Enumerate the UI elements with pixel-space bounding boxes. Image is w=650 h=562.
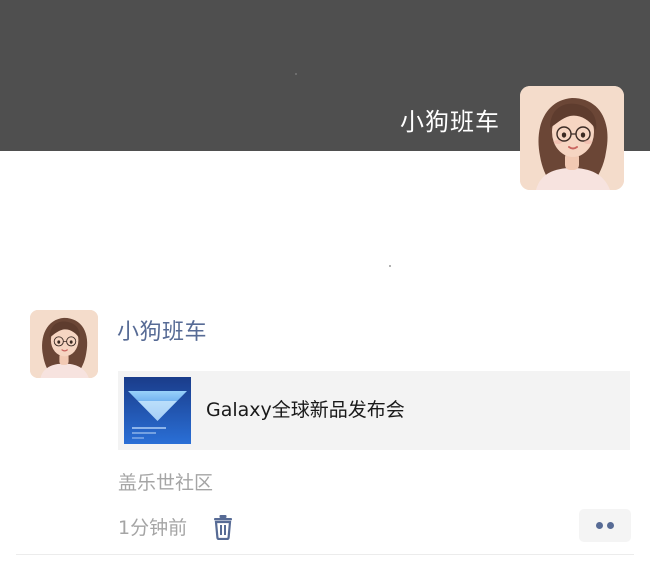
profile-avatar[interactable] <box>520 86 624 190</box>
more-button[interactable] <box>579 509 631 542</box>
post-author-name[interactable]: 小狗班车 <box>117 318 207 348</box>
post-author-avatar[interactable] <box>30 310 98 378</box>
galaxy-event-thumbnail-icon <box>124 377 191 444</box>
more-dots-icon <box>607 522 614 529</box>
shared-link-card[interactable]: Galaxy全球新品发布会 <box>118 371 630 450</box>
profile-name[interactable]: 小狗班车 <box>400 106 500 138</box>
trash-icon <box>214 515 232 541</box>
delete-button[interactable] <box>212 514 234 541</box>
post-timestamp: 1分钟前 <box>118 517 188 539</box>
post-source[interactable]: 盖乐世社区 <box>118 469 213 497</box>
girl-avatar-icon <box>520 86 624 190</box>
moments-page: 小狗班车 小狗班车 Galaxy全球新品发布会 盖乐世社区 1分钟前 <box>0 0 650 562</box>
cover-speck <box>295 73 297 75</box>
post-divider <box>16 554 634 555</box>
more-dots-icon <box>596 522 603 529</box>
shared-link-title: Galaxy全球新品发布会 <box>206 399 405 421</box>
background-speck <box>389 265 391 267</box>
girl-avatar-icon <box>30 310 98 378</box>
